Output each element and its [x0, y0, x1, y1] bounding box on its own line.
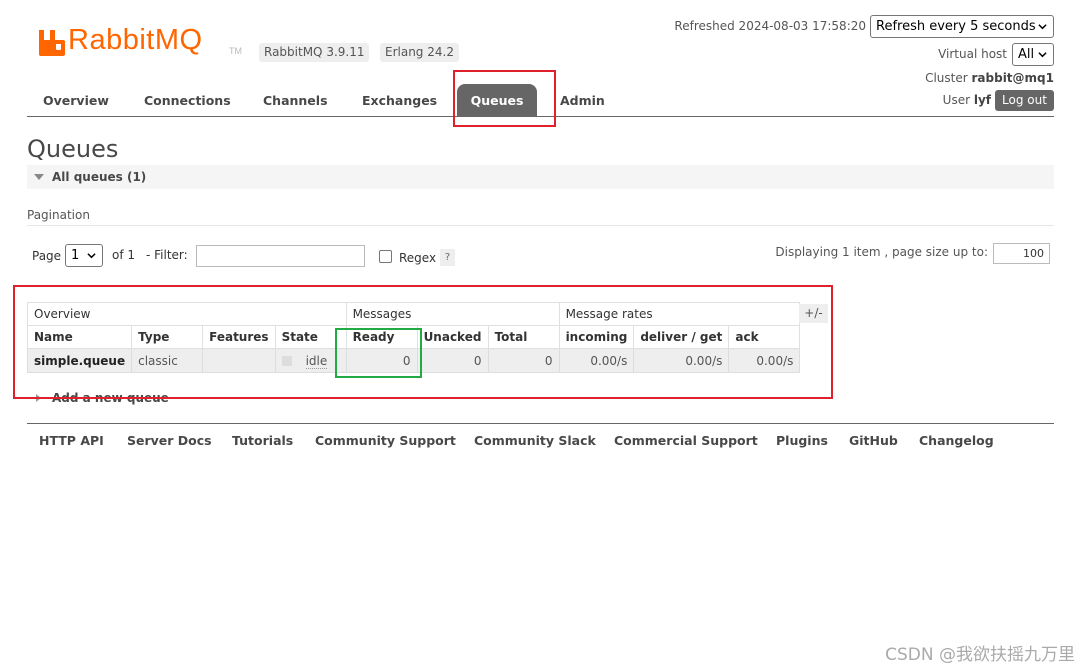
toggle-columns-button[interactable]: +/- — [799, 304, 828, 323]
displaying-label: Displaying 1 item , page size up to: — [775, 245, 988, 259]
page-count-label: of 1 — [112, 248, 136, 262]
erlang-version-badge: Erlang 24.2 — [380, 43, 459, 62]
table-column-header: Name Type Features State Ready Unacked T… — [26, 325, 801, 349]
chevron-down-icon — [1038, 52, 1047, 58]
queue-deliver-get-rate: 0.00/s — [633, 348, 730, 373]
add-queue-label: Add a new queue — [52, 391, 169, 405]
chevron-down-icon — [1038, 24, 1047, 30]
queue-name-link[interactable]: simple.queue — [26, 348, 133, 373]
add-queue-toggle[interactable]: Add a new queue — [36, 391, 169, 405]
pagination-label: Pagination — [27, 208, 90, 222]
queue-state-cell: idle — [274, 348, 347, 373]
table-group-header: Overview Messages Message rates — [27, 302, 801, 326]
col-state[interactable]: State — [274, 325, 347, 349]
col-name[interactable]: Name — [26, 325, 133, 349]
rabbit-logo-icon — [39, 30, 65, 56]
divider — [27, 225, 1054, 226]
group-messages: Messages — [345, 302, 560, 326]
footer-link-github[interactable]: GitHub — [849, 433, 898, 448]
refresh-interval-value: Refresh every 5 seconds — [876, 19, 1036, 34]
refresh-interval-select[interactable]: Refresh every 5 seconds — [870, 15, 1054, 38]
virtual-host-value: All — [1018, 47, 1035, 62]
footer-link-changelog[interactable]: Changelog — [919, 433, 994, 448]
tab-queues[interactable]: Queues — [457, 84, 537, 117]
col-ack[interactable]: ack — [728, 325, 801, 349]
cluster-info: Cluster rabbit@mq1 — [925, 71, 1054, 85]
page-title: Queues — [27, 135, 119, 163]
watermark: CSDN @我欲扶摇九万里 — [885, 645, 1075, 665]
queue-incoming-rate: 0.00/s — [558, 348, 635, 373]
col-ready[interactable]: Ready — [345, 325, 418, 349]
filter-input[interactable] — [196, 245, 365, 267]
chevron-down-icon — [87, 253, 96, 259]
group-message-rates: Message rates — [558, 302, 801, 326]
col-incoming[interactable]: incoming — [558, 325, 635, 349]
refreshed-timestamp: Refreshed 2024-08-03 17:58:20 — [674, 19, 866, 33]
footer-link-http-api[interactable]: HTTP API — [39, 433, 104, 448]
col-type[interactable]: Type — [131, 325, 204, 349]
logo-text: RabbitMQ — [68, 24, 203, 56]
footer-divider — [27, 423, 1054, 424]
regex-label: Regex — [399, 251, 437, 265]
col-features[interactable]: Features — [202, 325, 276, 349]
page-label: Page — [32, 249, 62, 263]
queue-state: idle — [305, 353, 328, 369]
col-unacked[interactable]: Unacked — [416, 325, 489, 349]
queue-ack-rate: 0.00/s — [728, 348, 801, 373]
cluster-label: Cluster — [925, 71, 968, 85]
page-select[interactable]: 1 — [65, 244, 103, 267]
help-icon[interactable]: ? — [440, 249, 455, 266]
group-overview: Overview — [27, 302, 347, 326]
all-queues-section-toggle[interactable]: All queues (1) — [27, 165, 1054, 189]
footer-link-tutorials[interactable]: Tutorials — [232, 433, 293, 448]
queue-total: 0 — [487, 348, 560, 373]
main-nav: Overview Connections Channels Exchanges … — [27, 84, 1054, 117]
queues-table: Overview Messages Message rates Name Typ… — [26, 302, 801, 373]
tab-exchanges[interactable]: Exchanges — [362, 84, 437, 117]
queue-ready: 0 — [345, 348, 418, 373]
filter-label: - Filter: — [146, 248, 188, 262]
footer-link-plugins[interactable]: Plugins — [776, 433, 828, 448]
logo-tm: TM — [229, 46, 242, 56]
collapse-triangle-icon — [34, 174, 44, 180]
state-indicator-icon — [281, 356, 292, 366]
queue-type: classic — [131, 348, 204, 373]
footer-link-commercial-support[interactable]: Commercial Support — [614, 433, 758, 448]
rabbitmq-version-badge: RabbitMQ 3.9.11 — [259, 43, 370, 62]
page-size-input[interactable]: 100 — [993, 243, 1050, 264]
queue-unacked: 0 — [416, 348, 489, 373]
cluster-name: rabbit@mq1 — [971, 71, 1055, 85]
queue-features — [202, 348, 276, 373]
table-row[interactable]: simple.queue classic idle 0 0 0 0.00/s 0… — [26, 348, 801, 373]
section-title: All queues (1) — [52, 170, 147, 184]
footer-link-community-support[interactable]: Community Support — [315, 433, 456, 448]
tab-channels[interactable]: Channels — [263, 84, 328, 117]
regex-checkbox[interactable] — [379, 250, 392, 263]
col-deliver-get[interactable]: deliver / get — [633, 325, 730, 349]
footer-link-community-slack[interactable]: Community Slack — [474, 433, 596, 448]
col-total[interactable]: Total — [487, 325, 560, 349]
expand-triangle-icon — [36, 394, 41, 402]
footer-link-server-docs[interactable]: Server Docs — [127, 433, 212, 448]
page-value: 1 — [71, 248, 80, 263]
virtual-host-select[interactable]: All — [1012, 43, 1054, 66]
tab-connections[interactable]: Connections — [144, 84, 231, 117]
virtual-host-label: Virtual host — [938, 47, 1007, 61]
tab-admin[interactable]: Admin — [560, 84, 605, 117]
tab-overview[interactable]: Overview — [43, 84, 109, 117]
